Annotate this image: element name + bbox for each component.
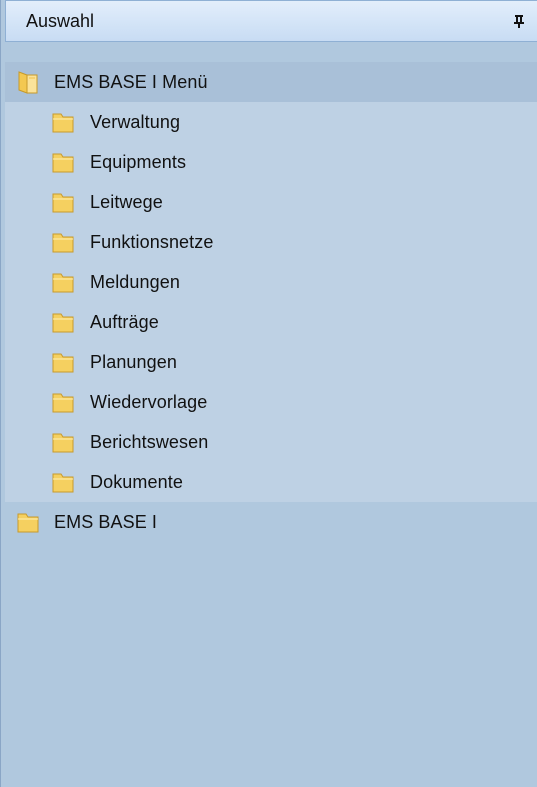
folder-icon [52, 230, 74, 254]
tree-item-label: Meldungen [90, 271, 180, 292]
tree-item-label: Verwaltung [90, 111, 181, 132]
folder-icon [17, 510, 39, 534]
tree-item-equipments[interactable]: Equipments [5, 142, 537, 182]
folder-icon [52, 190, 74, 214]
tree-item-label: Equipments [90, 151, 187, 172]
tree-item-label: Berichtswesen [90, 431, 209, 452]
selection-panel: Auswahl EMS BASE I Menü Verwaltung Equip… [0, 0, 537, 787]
panel-header: Auswahl [5, 0, 537, 42]
tree-node-label: EMS BASE I Menü [54, 71, 208, 92]
tree-item-wiedervorlage[interactable]: Wiedervorlage [5, 382, 537, 422]
folder-open-icon [17, 70, 39, 94]
tree-item-berichtswesen[interactable]: Berichtswesen [5, 422, 537, 462]
folder-icon [52, 350, 74, 374]
tree-item-meldungen[interactable]: Meldungen [5, 262, 537, 302]
tree-item-planungen[interactable]: Planungen [5, 342, 537, 382]
tree-children: Verwaltung Equipments Leitwege Funktions… [5, 102, 537, 502]
tree-node-ems-base-menu[interactable]: EMS BASE I Menü [5, 62, 537, 102]
tree-item-label: Wiedervorlage [90, 391, 208, 412]
tree-item-dokumente[interactable]: Dokumente [5, 462, 537, 502]
navigation-tree: EMS BASE I Menü Verwaltung Equipments Le… [5, 62, 537, 542]
folder-icon [52, 470, 74, 494]
folder-icon [52, 430, 74, 454]
tree-item-label: Leitwege [90, 191, 163, 212]
tree-item-leitwege[interactable]: Leitwege [5, 182, 537, 222]
tree-item-label: Funktionsnetze [90, 231, 214, 252]
folder-icon [52, 110, 74, 134]
panel-title: Auswahl [26, 10, 95, 31]
tree-node-label: EMS BASE I [54, 511, 158, 532]
pin-icon[interactable] [504, 6, 534, 36]
tree-node-ems-base[interactable]: EMS BASE I [5, 502, 537, 542]
tree-item-auftraege[interactable]: Aufträge [5, 302, 537, 342]
tree-item-label: Dokumente [90, 471, 183, 492]
folder-icon [52, 270, 74, 294]
tree-item-label: Planungen [90, 351, 177, 372]
folder-icon [52, 310, 74, 334]
folder-icon [52, 390, 74, 414]
tree-item-label: Aufträge [90, 311, 159, 332]
folder-icon [52, 150, 74, 174]
tree-item-verwaltung[interactable]: Verwaltung [5, 102, 537, 142]
tree-item-funktionsnetze[interactable]: Funktionsnetze [5, 222, 537, 262]
